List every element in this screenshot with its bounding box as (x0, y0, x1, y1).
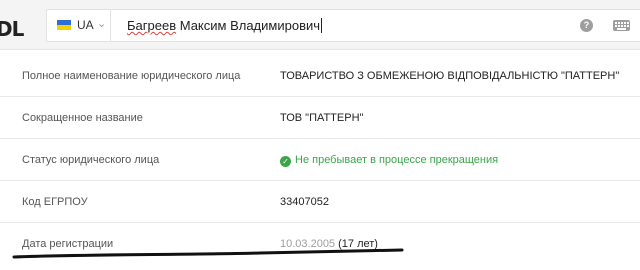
registration-date: 10.03.2005 (280, 238, 336, 250)
registration-date-value: 10.03.2005 (17 лет) (280, 238, 378, 250)
full-name-label: Полное наименование юридического лица (22, 70, 241, 82)
ukraine-flag-icon (57, 20, 71, 30)
full-name-value: ТОВАРИСТВО З ОБМЕЖЕНОЮ ВІДПОВІДАЛЬНІСТЮ … (280, 70, 620, 82)
logo[interactable]: DL (0, 17, 24, 41)
top-bar: DL UA ⌄ Багреев Максим Владимирович ? (0, 0, 640, 50)
search-input[interactable]: Багреев Максим Владимирович (127, 18, 323, 33)
status-label: Статус юридического лица (22, 154, 160, 166)
table-row: Полное наименование юридического лица ТО… (0, 55, 640, 97)
short-name-value: ТОВ "ПАТТЕРН" (280, 112, 364, 124)
edrpou-label: Код ЕГРПОУ (22, 196, 88, 208)
search-box[interactable]: UA ⌄ Багреев Максим Владимирович ? (46, 9, 640, 42)
status-value: ✓ Не пребывает в процессе прекращения (280, 154, 498, 167)
table-row: Код ЕГРПОУ 33407052 (0, 181, 640, 223)
table-row: Дата регистрации 10.03.2005 (17 лет) (0, 223, 640, 265)
country-selector[interactable]: UA ⌄ (47, 10, 111, 41)
search-query-rest: Максим Владимирович (176, 18, 321, 33)
text-caret (321, 18, 323, 33)
table-row: Сокращенное название ТОВ "ПАТТЕРН" (0, 97, 640, 139)
registration-date-label: Дата регистрации (22, 238, 114, 250)
company-details-table: Полное наименование юридического лица ТО… (0, 55, 640, 265)
edrpou-value: 33407052 (280, 196, 329, 208)
keyboard-icon[interactable] (613, 20, 630, 31)
help-icon[interactable]: ? (580, 19, 593, 32)
country-code: UA (77, 18, 94, 32)
short-name-label: Сокращенное название (22, 112, 143, 124)
status-text: Не пребывает в процессе прекращения (295, 154, 499, 166)
check-circle-icon: ✓ (280, 156, 291, 167)
search-query-misspelled-word: Багреев (127, 18, 177, 33)
chevron-down-icon: ⌄ (97, 18, 107, 30)
registration-age: (17 лет) (335, 238, 378, 250)
table-row: Статус юридического лица ✓ Не пребывает в… (0, 139, 640, 181)
